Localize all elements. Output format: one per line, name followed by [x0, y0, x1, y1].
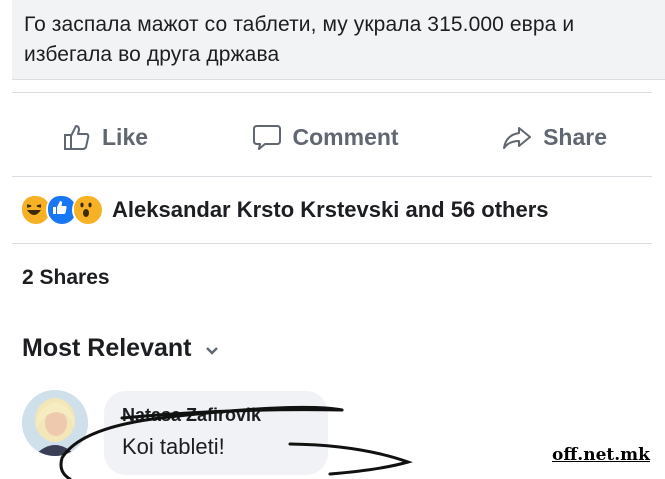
avatar[interactable] [22, 390, 88, 456]
comment-author[interactable]: Natasa Zafirovik [122, 405, 310, 426]
thumbs-up-icon [62, 122, 92, 152]
avatar-photo [22, 390, 88, 456]
share-arrow-icon [501, 122, 533, 152]
wow-icon [72, 194, 104, 226]
post-headline-box[interactable]: Го заспала мажот со таблети, му украла 3… [12, 0, 665, 80]
like-label: Like [102, 123, 149, 150]
post-actions-bar: Like Comment Share [12, 98, 652, 176]
reaction-icons [20, 194, 104, 226]
comment-bubble-icon [251, 122, 283, 152]
chevron-down-icon [205, 334, 219, 363]
shares-count[interactable]: 2 Shares [22, 266, 110, 290]
comment-text: Koi tableti! [122, 434, 225, 459]
post-headline: Го заспала мажот со таблети, му украла 3… [24, 13, 575, 66]
divider-top [12, 92, 652, 93]
divider-lower [12, 243, 652, 244]
reactions-summary[interactable]: Aleksandar Krsto Krstevski and 56 others [20, 190, 549, 230]
reactions-summary-text[interactable]: Aleksandar Krsto Krstevski and 56 others [112, 197, 549, 223]
divider-middle [12, 176, 652, 177]
comment-sort-dropdown[interactable]: Most Relevant [22, 334, 219, 363]
like-button[interactable]: Like [62, 122, 148, 152]
comment-label: Comment [292, 123, 399, 150]
comment-sort-label: Most Relevant [22, 334, 192, 362]
comment-button[interactable]: Comment [251, 122, 399, 152]
share-label: Share [543, 123, 607, 150]
watermark: off.net.mk [552, 445, 650, 465]
comment-bubble[interactable]: Natasa Zafirovik Koi tableti! [104, 391, 328, 475]
share-button[interactable]: Share [501, 122, 607, 152]
